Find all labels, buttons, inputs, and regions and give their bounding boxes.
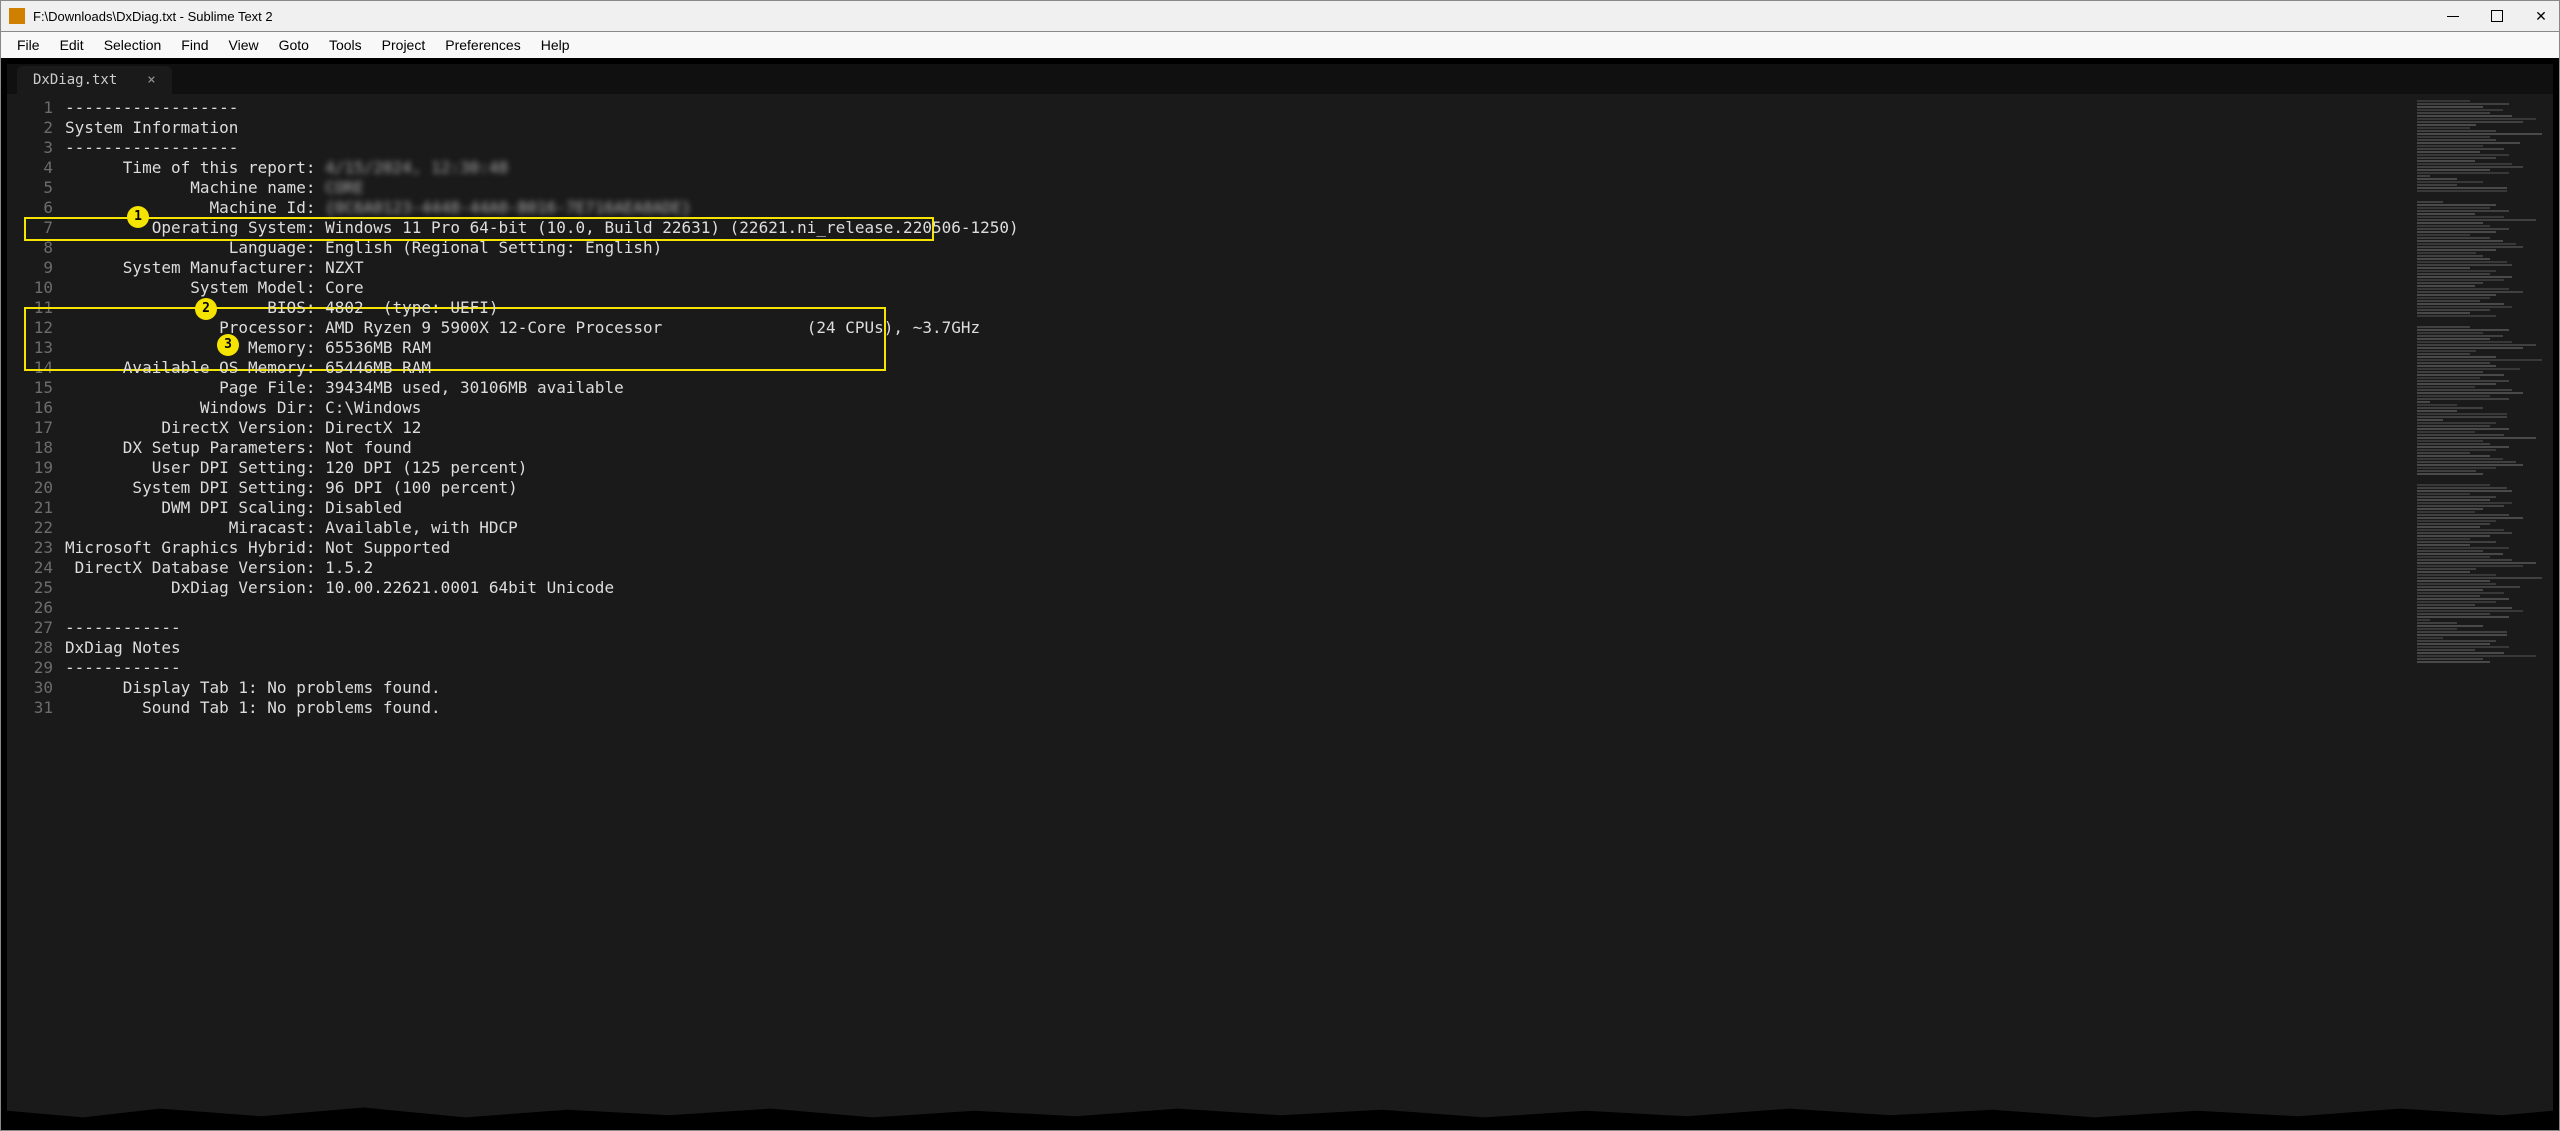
code-view[interactable]: 1 2 3 1234567891011121314151617181920212… [7, 94, 2553, 1124]
menu-goto[interactable]: Goto [269, 37, 319, 53]
code-lines: ------------------System Information----… [65, 94, 2413, 1124]
window-title: F:\Downloads\DxDiag.txt - Sublime Text 2 [33, 9, 2443, 24]
line-gutter: 1234567891011121314151617181920212223242… [7, 94, 65, 1124]
editor-area: DxDiag.txt × 1 2 3 123456789101112131415… [0, 58, 2560, 1131]
menu-view[interactable]: View [219, 37, 269, 53]
menu-find[interactable]: Find [171, 37, 218, 53]
maximize-button[interactable] [2487, 6, 2507, 26]
menu-edit[interactable]: Edit [50, 37, 94, 53]
tab-label: DxDiag.txt [33, 72, 117, 88]
annotation-badge-3: 3 [217, 334, 239, 356]
tab-bar: DxDiag.txt × [7, 64, 2553, 94]
menu-project[interactable]: Project [372, 37, 436, 53]
window-titlebar: F:\Downloads\DxDiag.txt - Sublime Text 2 [0, 0, 2560, 32]
annotation-badge-2: 2 [195, 298, 217, 320]
tab-close-icon[interactable]: × [147, 72, 155, 88]
tab-dxdiag[interactable]: DxDiag.txt × [17, 66, 172, 94]
menu-bar: File Edit Selection Find View Goto Tools… [0, 32, 2560, 58]
menu-preferences[interactable]: Preferences [435, 37, 530, 53]
menu-selection[interactable]: Selection [94, 37, 172, 53]
close-button[interactable] [2531, 6, 2551, 26]
menu-tools[interactable]: Tools [319, 37, 372, 53]
window-controls [2443, 6, 2551, 26]
menu-help[interactable]: Help [531, 37, 580, 53]
menu-file[interactable]: File [7, 37, 50, 53]
minimap[interactable] [2413, 94, 2553, 1124]
annotation-badge-1: 1 [127, 206, 149, 228]
app-icon [9, 8, 25, 24]
minimize-button[interactable] [2443, 6, 2463, 26]
